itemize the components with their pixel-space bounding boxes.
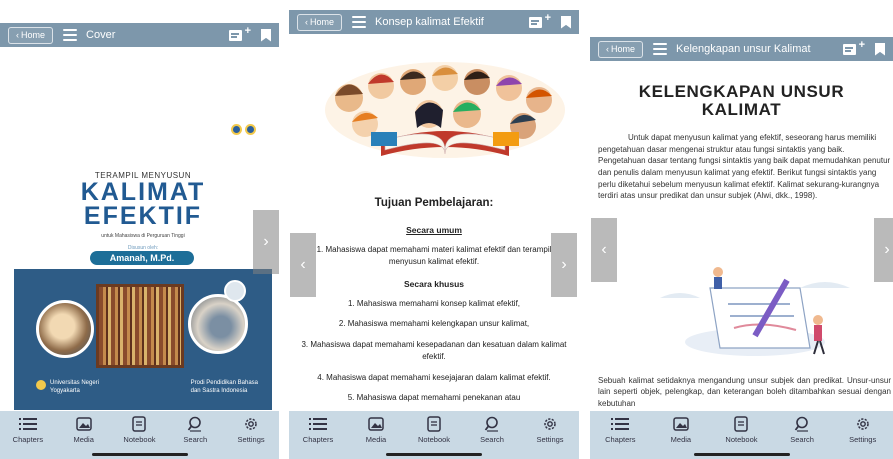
prev-page-arrow[interactable]: ‹ [591, 218, 617, 282]
bookmark-icon[interactable] [875, 42, 885, 56]
bookshelf-image [96, 284, 184, 368]
phone-screen-kelengkapan: ‹ Home Kelengkapan unsur Kalimat + KELENG… [590, 0, 893, 459]
body-paragraph-2: Sebuah kalimat setidaknya mengandung uns… [598, 376, 891, 408]
menu-icon[interactable] [653, 43, 668, 55]
top-bar: ‹ Home Kelengkapan unsur Kalimat + [590, 37, 893, 61]
list-icon [611, 416, 630, 432]
home-button[interactable]: ‹ Home [598, 40, 644, 58]
nav-chapters[interactable]: Chapters [293, 416, 343, 444]
institution-logos [231, 124, 256, 135]
screenshot-collage: ‹ Home Cover + TERAMPIL MENYUSUN KALIMAT … [0, 0, 893, 459]
bookmark-icon[interactable] [261, 28, 271, 42]
university-logo-icon [36, 380, 46, 391]
list-icon [309, 416, 327, 432]
general-item: 1. Mahasiswa dapat memahami materi kalim… [316, 244, 552, 267]
prev-page-arrow[interactable]: ‹ [290, 233, 316, 297]
list-item: 5. Mahasiswa dapat memahami penekanan at… [347, 392, 521, 402]
book-cover: TERAMPIL MENYUSUN KALIMAT EFEKTIF untuk … [14, 112, 272, 410]
nav-notebook[interactable]: Notebook [716, 416, 766, 444]
nav-media[interactable]: Media [351, 416, 401, 444]
nav-notebook[interactable]: Notebook [114, 416, 164, 444]
chapter-title: KELENGKAPAN UNSUR KALIMAT [638, 82, 845, 120]
chevron-left-icon: ‹ [305, 17, 308, 27]
bottom-nav: Chapters Media Notebook Search Settings [0, 411, 279, 459]
home-indicator [693, 453, 790, 456]
nav-settings[interactable]: Settings [226, 416, 276, 444]
university-credit: Universitas Negeri Yogyakarta [36, 380, 99, 396]
nav-chapters[interactable]: Chapters [3, 416, 53, 444]
next-page-arrow[interactable]: › [551, 233, 577, 297]
nav-media[interactable]: Media [59, 416, 109, 444]
menu-icon[interactable] [63, 29, 78, 41]
small-photo [224, 280, 246, 302]
top-bar: ‹ Home Cover + [0, 23, 279, 47]
phone-screen-cover: ‹ Home Cover + TERAMPIL MENYUSUN KALIMAT … [0, 0, 279, 459]
nav-search[interactable]: Search [777, 416, 827, 444]
writing-illustration [660, 267, 850, 356]
nav-search[interactable]: Search [170, 416, 220, 444]
list-item: 3. Mahasiswa dapat memahami kesepadanan … [301, 339, 567, 362]
program-credit: Prodi Pendidikan Bahasa dan Sastra Indone… [190, 380, 258, 395]
menu-icon[interactable] [352, 16, 367, 28]
bookmark-icon[interactable] [561, 15, 571, 29]
image-icon [672, 416, 690, 432]
author-badge: Amanah, M.Pd. [90, 251, 194, 265]
page-title: Kelengkapan unsur Kalimat [676, 43, 811, 55]
top-bar: ‹ Home Konsep kalimat Efektif + [289, 10, 579, 34]
list-item: 1. Mahasiswa memahami konsep kalimat efe… [347, 298, 521, 308]
notebook-icon [425, 416, 443, 432]
bottom-nav: Chapters Media Notebook Search Settings [590, 411, 893, 459]
gear-icon [854, 416, 872, 432]
page-title: Konsep kalimat Efektif [375, 16, 484, 28]
cover-title-line2: EFEKTIF [83, 202, 203, 230]
home-indicator [386, 453, 482, 456]
reading-photo [36, 300, 94, 358]
gear-icon [541, 416, 559, 432]
body-paragraph-1: Untuk dapat menyusun kalimat yang efekti… [598, 133, 891, 201]
add-note-icon[interactable]: + [843, 40, 865, 56]
notebook-icon [732, 416, 750, 432]
cover-subtitle: untuk Mahasiswa di Perguruan Tinggi [101, 233, 185, 239]
list-item: 4. Mahasiswa dapat memahami kesejajaran … [317, 372, 551, 382]
nav-chapters[interactable]: Chapters [595, 416, 645, 444]
search-icon [793, 416, 811, 432]
specific-heading: Secara khusus [403, 278, 464, 289]
page-title: Cover [86, 29, 116, 41]
home-button[interactable]: ‹ Home [297, 13, 343, 31]
general-heading: Secara umum [406, 224, 462, 235]
add-note-icon[interactable]: + [229, 26, 251, 42]
learning-objectives: Tujuan Pembelajaran: Secara umum 1. Maha… [289, 195, 579, 412]
typing-photo [188, 294, 248, 354]
nav-settings[interactable]: Settings [525, 416, 575, 444]
chevron-left-icon: ‹ [606, 44, 609, 54]
bottom-nav: Chapters Media Notebook Search Settings [289, 411, 579, 459]
nav-media[interactable]: Media [656, 416, 706, 444]
image-icon [75, 416, 93, 432]
nav-notebook[interactable]: Notebook [409, 416, 459, 444]
next-page-arrow[interactable]: › [874, 218, 893, 282]
children-reading-illustration [325, 62, 565, 158]
nav-settings[interactable]: Settings [838, 416, 888, 444]
chevron-left-icon: ‹ [16, 30, 19, 40]
gear-icon [242, 416, 260, 432]
search-icon [186, 416, 204, 432]
add-note-icon[interactable]: + [529, 13, 551, 29]
search-icon [483, 416, 501, 432]
phone-screen-konsep: ‹ Home Konsep kalimat Efektif + Tujuan Pe… [289, 0, 579, 459]
nav-search[interactable]: Search [467, 416, 517, 444]
home-indicator [91, 453, 188, 456]
next-page-arrow[interactable]: › [253, 210, 279, 274]
list-item: 2. Mahasiswa memahami kelengkapan unsur … [338, 319, 530, 329]
home-button[interactable]: ‹ Home [8, 26, 54, 44]
objectives-heading: Tujuan Pembelajaran: [374, 197, 494, 209]
list-icon [18, 416, 37, 432]
image-icon [367, 416, 385, 432]
notebook-icon [130, 416, 148, 432]
